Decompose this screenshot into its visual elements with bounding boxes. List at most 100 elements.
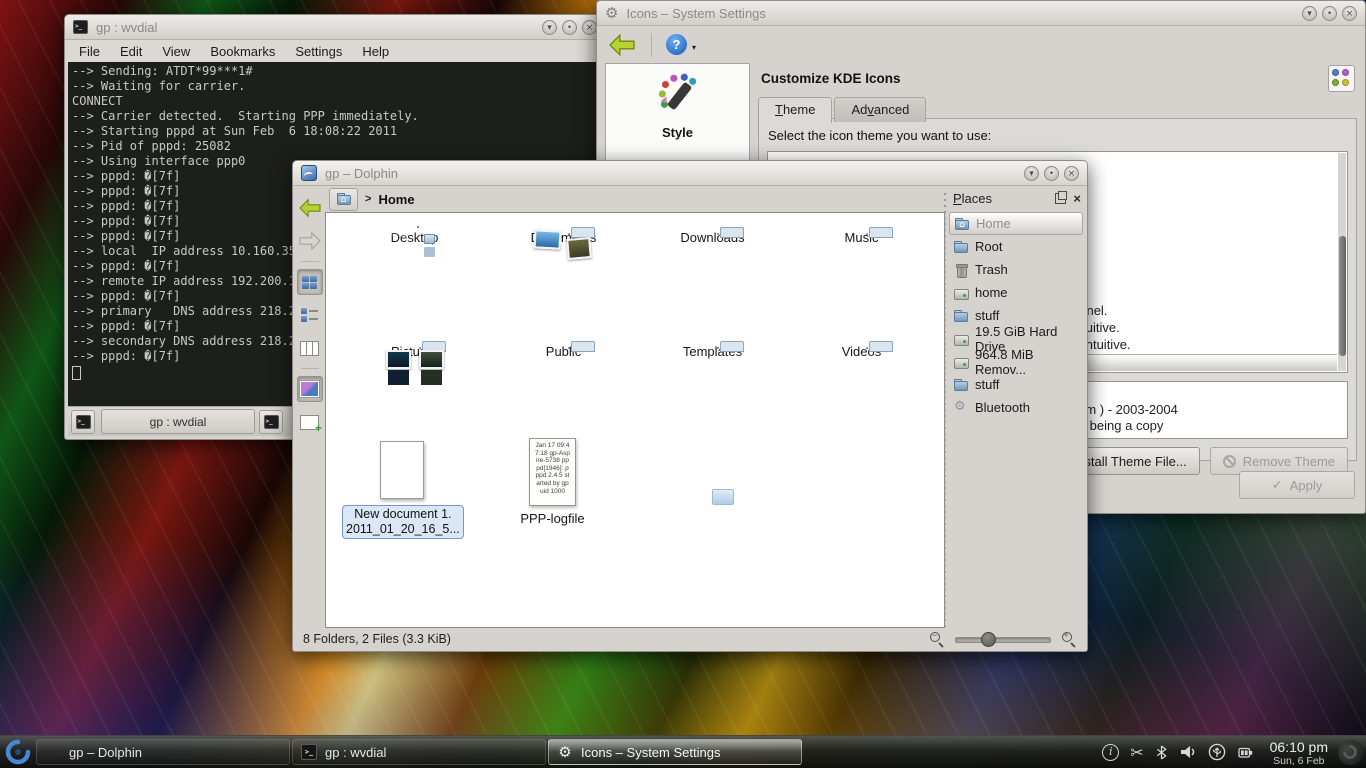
maximize-button[interactable]: • (1322, 6, 1337, 21)
battery-icon[interactable] (1237, 744, 1254, 761)
sidebar-item-style[interactable]: Style (606, 64, 749, 140)
terminal-icon (264, 415, 279, 429)
minimize-button[interactable]: ▾ (1302, 6, 1317, 21)
menu-item[interactable]: View (162, 44, 190, 59)
folder-label: Downloads (638, 230, 787, 245)
taskbar: gp – Dolphin gp : wvdial Icons – System … (0, 735, 1366, 768)
file-item-ppp-logfile[interactable]: Jan 17 09:47:18 gp-Aspire-5738 pppd[1946… (478, 438, 627, 526)
preview-icon (300, 381, 319, 397)
menu-item[interactable]: File (79, 44, 100, 59)
panel-resize-handle[interactable] (943, 191, 947, 627)
terminal-tab[interactable]: gp : wvdial (101, 409, 255, 434)
minimize-button[interactable]: ▾ (542, 20, 557, 35)
places-item[interactable]: home (949, 281, 1083, 304)
tab-theme[interactable]: Theme (758, 97, 832, 123)
zoom-in-button[interactable] (1061, 631, 1077, 647)
places-item[interactable]: Trash (949, 258, 1083, 281)
maximize-button[interactable]: • (1044, 166, 1059, 181)
maximize-button[interactable]: • (562, 20, 577, 35)
dolphin-toolbar (295, 189, 324, 627)
folder-item[interactable]: Music (787, 223, 936, 337)
breadcrumb-home-label[interactable]: Home (378, 192, 414, 207)
drag-ghost-icon (712, 489, 734, 505)
task-icon (301, 744, 317, 760)
menu-item[interactable]: Help (362, 44, 389, 59)
icons-view-button[interactable] (297, 269, 323, 295)
back-button[interactable] (607, 33, 637, 57)
scrollbar-thumb[interactable] (1339, 236, 1346, 356)
scrollbar[interactable] (1338, 153, 1346, 371)
split-view-button[interactable] (297, 409, 323, 435)
places-panel-title: Places (953, 191, 992, 206)
breadcrumb-home-button[interactable] (329, 188, 358, 211)
document-icon (380, 441, 424, 499)
kde-launcher-button[interactable] (0, 736, 36, 768)
details-view-button[interactable] (297, 302, 323, 328)
forward-button[interactable] (297, 228, 323, 254)
breadcrumb-separator-icon: > (365, 193, 371, 205)
remove-icon (1223, 455, 1236, 468)
float-panel-icon[interactable] (1055, 193, 1066, 204)
folder-item[interactable]: Desktop (340, 223, 489, 337)
terminal-cursor (72, 366, 81, 380)
panel-cashew-icon[interactable] (1338, 740, 1363, 765)
preview-button[interactable] (297, 376, 323, 402)
menu-item[interactable]: Settings (295, 44, 342, 59)
bluetooth-icon[interactable] (1155, 744, 1168, 761)
system-settings-titlebar[interactable]: Icons – System Settings ▾ • × (597, 1, 1365, 26)
folder-label: Pictures (340, 344, 489, 359)
task-label: gp – Dolphin (69, 745, 142, 760)
digital-clock[interactable]: 06:10 pm Sun, 6 Feb (1262, 736, 1336, 768)
usb-device-icon[interactable] (1208, 743, 1226, 761)
menu-item[interactable]: Edit (120, 44, 142, 59)
place-icon (953, 377, 969, 393)
page-title: Customize KDE Icons (758, 63, 1357, 86)
terminal-line: --> Sending: ATDT*99***1# (72, 64, 598, 79)
place-label: Trash (975, 262, 1008, 277)
folder-item[interactable]: Downloads (638, 223, 787, 337)
places-item[interactable]: 964.8 MiB Remov... (949, 350, 1083, 373)
taskbar-task-button[interactable]: gp – Dolphin (36, 739, 290, 765)
place-icon (953, 239, 969, 255)
places-item[interactable]: Home (949, 212, 1083, 235)
system-settings-app-icon (605, 4, 618, 22)
zoom-out-button[interactable] (929, 631, 945, 647)
folder-item[interactable]: Templates (638, 337, 787, 451)
notifications-icon[interactable]: i (1102, 744, 1119, 761)
folder-label: Music (787, 230, 936, 245)
close-panel-icon[interactable]: × (1073, 194, 1081, 204)
volume-icon[interactable] (1179, 744, 1197, 760)
details-view-icon (301, 308, 318, 322)
style-icon (655, 72, 701, 118)
places-item[interactable]: Root (949, 235, 1083, 258)
places-item[interactable]: Bluetooth (949, 396, 1083, 419)
menu-item[interactable]: Bookmarks (210, 44, 275, 59)
columns-view-icon (300, 341, 319, 356)
close-button[interactable]: × (582, 20, 597, 35)
file-item-new-document[interactable]: New document 1. 2011_01_20_16_5... (342, 441, 462, 539)
new-tab-button[interactable] (71, 410, 95, 434)
folder-item[interactable]: Public (489, 337, 638, 451)
folder-item[interactable]: Documents (489, 223, 638, 337)
dolphin-titlebar[interactable]: gp – Dolphin ▾ • × (293, 161, 1087, 186)
minimize-button[interactable]: ▾ (1024, 166, 1039, 181)
back-button[interactable] (297, 195, 323, 221)
klipper-scissors-icon[interactable]: ✂ (1130, 743, 1143, 762)
zoom-slider-handle[interactable] (981, 632, 996, 647)
back-arrow-icon (298, 198, 322, 218)
tab-advanced[interactable]: Advanced (834, 97, 926, 122)
apply-button[interactable]: ✓ Apply (1239, 471, 1355, 499)
help-button[interactable]: ? (666, 34, 687, 55)
close-button[interactable]: × (1064, 166, 1079, 181)
folder-item[interactable]: Videos (787, 337, 936, 451)
taskbar-task-button[interactable]: gp : wvdial (292, 739, 546, 765)
folder-view[interactable]: Desktop Documents Downloads Music (325, 212, 945, 628)
folder-item[interactable]: Pictures (340, 337, 489, 451)
taskbar-task-button[interactable]: Icons – System Settings (548, 739, 802, 765)
zoom-slider[interactable] (955, 631, 1051, 647)
overview-button[interactable] (1328, 65, 1355, 92)
close-button[interactable]: × (1342, 6, 1357, 21)
columns-view-button[interactable] (297, 335, 323, 361)
split-tab-button[interactable] (259, 410, 283, 434)
terminal-titlebar[interactable]: gp : wvdial ▾ • × (65, 15, 605, 40)
